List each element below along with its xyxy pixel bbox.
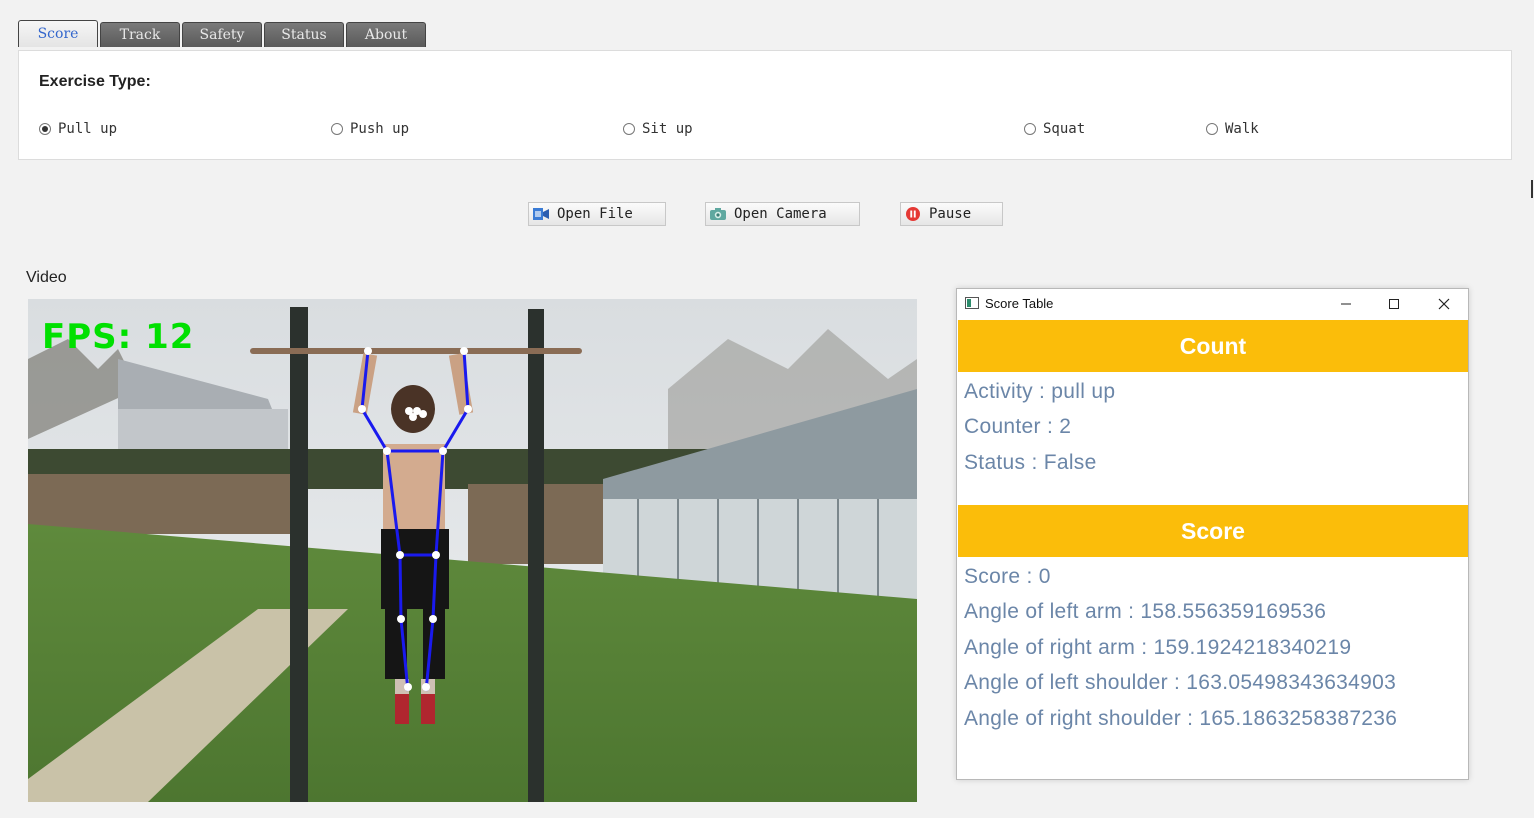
score-text: Score : 0	[964, 565, 1051, 588]
camera-icon	[709, 206, 727, 222]
radio-button[interactable]	[1206, 123, 1218, 135]
video-scene-image	[28, 299, 917, 802]
score-table-window: Score Table Count Activity : pull up Cou…	[956, 288, 1469, 780]
open-camera-button[interactable]: Open Camera	[705, 202, 860, 226]
score-header: Score	[958, 505, 1468, 557]
app-window-icon	[965, 297, 979, 309]
radio-label: Squat	[1043, 121, 1086, 137]
video-frame: FPS: 12	[28, 299, 917, 802]
pause-label: Pause	[929, 206, 972, 222]
file-video-icon	[532, 206, 550, 222]
fps-overlay: FPS: 12	[42, 317, 195, 357]
minimize-icon[interactable]	[1333, 292, 1359, 316]
radio-label: Push up	[350, 121, 410, 137]
tab-about[interactable]: About	[346, 22, 426, 47]
radio-pull-up[interactable]: Pull up	[39, 121, 117, 137]
window-titlebar[interactable]: Score Table	[957, 289, 1468, 320]
radio-label: Pull up	[58, 121, 118, 137]
radio-walk[interactable]: Walk	[1206, 121, 1259, 137]
radio-label: Sit up	[642, 121, 693, 137]
tab-track[interactable]: Track	[100, 22, 180, 47]
count-header: Count	[958, 320, 1468, 372]
radio-label: Walk	[1225, 121, 1259, 137]
radio-button[interactable]	[1024, 123, 1036, 135]
tab-score[interactable]: Score	[18, 20, 98, 47]
close-icon[interactable]	[1431, 292, 1457, 316]
exercise-type-group: Exercise Type: Pull up Push up Sit up Sq…	[18, 50, 1512, 160]
open-file-button[interactable]: Open File	[528, 202, 666, 226]
tab-bar: Score Track Safety Status About	[18, 20, 426, 49]
radio-sit-up[interactable]: Sit up	[623, 121, 693, 137]
status-text: Status : False	[964, 451, 1097, 474]
radio-button-checked[interactable]	[39, 123, 51, 135]
open-camera-label: Open Camera	[734, 206, 827, 222]
radio-push-up[interactable]: Push up	[331, 121, 409, 137]
maximize-icon[interactable]	[1381, 292, 1407, 316]
open-file-label: Open File	[557, 206, 633, 222]
video-label: Video	[26, 269, 67, 286]
tab-safety[interactable]: Safety	[182, 22, 262, 47]
window-title: Score Table	[985, 296, 1054, 311]
radio-button[interactable]	[623, 123, 635, 135]
activity-text: Activity : pull up	[964, 380, 1116, 403]
exercise-type-title: Exercise Type:	[39, 73, 151, 90]
angle-right-arm-text: Angle of right arm : 159.1924218340219	[964, 636, 1352, 659]
radio-squat[interactable]: Squat	[1024, 121, 1085, 137]
radio-button[interactable]	[331, 123, 343, 135]
angle-left-shoulder-text: Angle of left shoulder : 163.05498343634…	[964, 671, 1397, 694]
angle-right-shoulder-text: Angle of right shoulder : 165.1863258387…	[964, 707, 1398, 730]
text-cursor	[1531, 180, 1533, 198]
tab-status[interactable]: Status	[264, 22, 344, 47]
counter-text: Counter : 2	[964, 415, 1072, 438]
pause-button[interactable]: Pause	[900, 202, 1003, 226]
angle-left-arm-text: Angle of left arm : 158.556359169536	[964, 600, 1327, 623]
pause-icon	[904, 206, 922, 222]
